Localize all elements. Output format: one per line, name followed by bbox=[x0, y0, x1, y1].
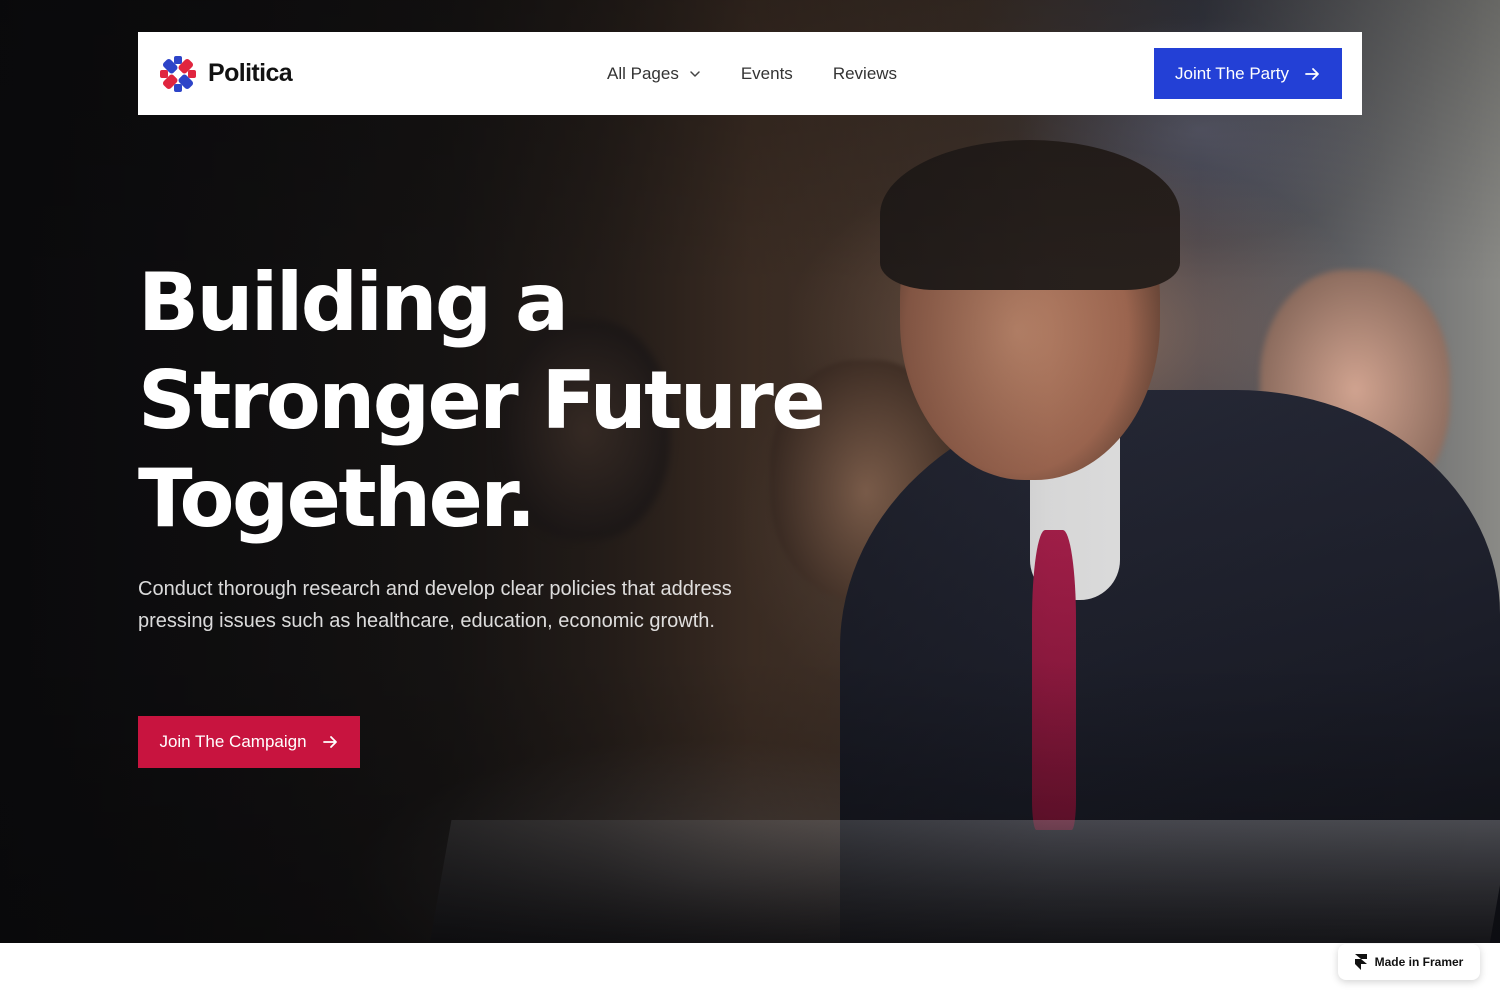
join-the-campaign-button[interactable]: Join The Campaign bbox=[138, 716, 360, 768]
nav-item-reviews[interactable]: Reviews bbox=[833, 64, 897, 84]
nav-item-label: All Pages bbox=[607, 63, 679, 83]
chevron-down-icon bbox=[690, 70, 700, 77]
navbar: Politica All Pages Events Reviews Joint … bbox=[138, 32, 1362, 115]
button-label: Join The Campaign bbox=[159, 732, 307, 751]
nav-item-label: Reviews bbox=[832, 63, 898, 83]
brand-name: Politica bbox=[208, 59, 293, 87]
framer-icon bbox=[1354, 954, 1367, 970]
nav-links: All Pages Events Reviews bbox=[607, 32, 897, 115]
arrow-right-icon bbox=[322, 736, 337, 748]
arrow-right-icon bbox=[1305, 67, 1319, 80]
nav-item-label: Events bbox=[740, 63, 793, 83]
nav-item-all-pages[interactable]: All Pages bbox=[607, 64, 701, 84]
joint-the-party-button[interactable]: Joint The Party bbox=[1154, 48, 1342, 99]
button-label: Joint The Party bbox=[1174, 63, 1290, 83]
hero-subtext: Conduct thorough research and develop cl… bbox=[138, 578, 732, 632]
nav-item-events[interactable]: Events bbox=[741, 64, 793, 84]
brand[interactable]: Politica bbox=[158, 54, 293, 94]
badge-label: Made in Framer bbox=[1374, 955, 1464, 969]
hero-headline: Building a Stronger Future Together. bbox=[138, 256, 826, 545]
knot-logo-icon bbox=[160, 55, 196, 92]
made-in-framer-badge[interactable]: Made in Framer bbox=[1338, 944, 1480, 980]
